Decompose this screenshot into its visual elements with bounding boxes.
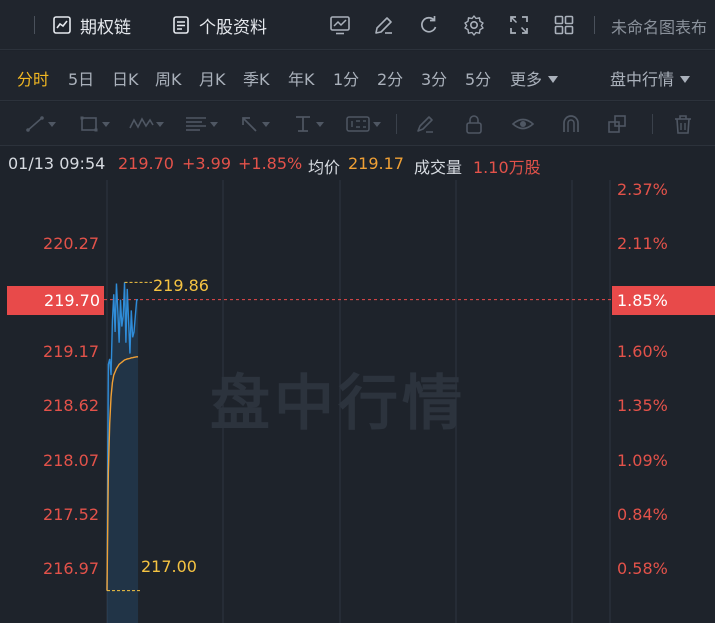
- price-axis-label: 216.97: [43, 559, 99, 578]
- pct-axis-label: 0.84%: [617, 505, 668, 524]
- pct-axis-label: 1.09%: [617, 451, 668, 470]
- pct-axis-label: 1.35%: [617, 396, 668, 415]
- price-axis-label: 220.27: [43, 234, 99, 253]
- price-axis-label: 217.52: [43, 505, 99, 524]
- current-price-tag: 219.70: [7, 286, 104, 315]
- price-axis-label: 218.62: [43, 396, 99, 415]
- pct-axis-label: 1.60%: [617, 342, 668, 361]
- pct-axis-label: 2.37%: [617, 180, 668, 199]
- chart-watermark: 盘中行情: [210, 369, 466, 439]
- price-axis-label: 218.07: [43, 451, 99, 470]
- low-price-annotation: 217.00: [141, 557, 197, 576]
- current-pct-tag: 1.85%: [612, 286, 715, 315]
- pct-axis-label: 0.58%: [617, 559, 668, 578]
- high-price-annotation: 219.86: [153, 276, 209, 295]
- pct-axis-label: 2.11%: [617, 234, 668, 253]
- price-axis-label: 219.17: [43, 342, 99, 361]
- intraday-chart[interactable]: [0, 0, 715, 623]
